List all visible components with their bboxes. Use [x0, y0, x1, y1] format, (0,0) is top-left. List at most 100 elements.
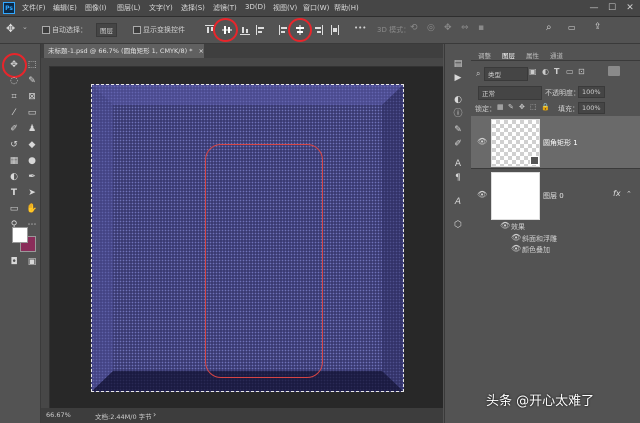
lock-transparent-icon[interactable]: ▦ [497, 103, 504, 111]
3d-rotate-icon[interactable]: ⟲ [410, 23, 418, 33]
screen-mode-icon[interactable]: ▣ [26, 256, 38, 268]
auto-select-dropdown[interactable]: 图层 [96, 23, 117, 37]
menu-file[interactable]: 文件(F) [22, 3, 46, 13]
blur-tool-icon[interactable]: ● [26, 155, 38, 167]
layer-row[interactable]: 👁 图层 0 fx ⌃ [471, 169, 640, 221]
opacity-input[interactable]: 100% [578, 86, 605, 98]
brush-presets-icon[interactable]: ✐ [452, 138, 464, 150]
foreground-color-swatch[interactable] [12, 227, 28, 243]
align-right-edges-icon[interactable] [313, 25, 323, 35]
menu-window[interactable]: 窗口(W) [303, 3, 329, 13]
minimize-button[interactable]: — [586, 2, 602, 14]
menu-filter[interactable]: 滤镜(T) [213, 3, 237, 13]
eyedropper-tool-icon[interactable]: ⁄ [8, 107, 20, 119]
dodge-tool-icon[interactable]: ◐ [8, 171, 20, 183]
effect-eye-icon[interactable]: 👁 [511, 233, 521, 242]
filter-type-icon[interactable]: T [554, 67, 559, 76]
crop-tool-icon[interactable]: ⌗ [8, 91, 20, 103]
menu-help[interactable]: 帮助(H) [334, 3, 359, 13]
distribute-icon[interactable] [330, 25, 340, 35]
pen-tool-icon[interactable]: ✒ [26, 171, 38, 183]
gradient-tool-icon[interactable]: ▦ [8, 155, 20, 167]
layer-name[interactable]: 圆角矩形 1 [543, 138, 578, 148]
more-options[interactable]: ••• [354, 24, 366, 32]
chevron-down-icon[interactable]: ⌄ [22, 23, 28, 31]
lock-all-icon[interactable]: 🔒 [541, 103, 550, 111]
hand-tool-icon[interactable]: ✋ [26, 203, 38, 215]
effect-bevel-emboss[interactable]: 斜面和浮雕 [522, 234, 557, 244]
filter-adjust-icon[interactable]: ◐ [542, 67, 549, 76]
menu-layer[interactable]: 图层(L) [117, 3, 140, 13]
effect-eye-icon[interactable]: 👁 [511, 244, 521, 253]
share-icon[interactable]: ⇪ [594, 22, 602, 32]
ruler-tool-icon[interactable]: ▭ [26, 107, 38, 119]
effect-color-overlay[interactable]: 颜色叠加 [522, 245, 550, 255]
path-select-tool-icon[interactable]: ➤ [26, 187, 38, 199]
move-tool-icon[interactable]: ✥ [8, 59, 20, 71]
artboard-tool-icon[interactable]: ⬚ [26, 59, 38, 71]
fill-input[interactable]: 100% [578, 102, 605, 114]
paragraph-icon[interactable]: ¶ [452, 172, 464, 184]
menu-view[interactable]: 视图(V) [273, 3, 297, 13]
layer-row[interactable]: 👁 圆角矩形 1 [471, 116, 640, 168]
maximize-button[interactable]: ☐ [604, 2, 620, 14]
menu-3d[interactable]: 3D(D) [245, 3, 266, 11]
brush-tool-icon[interactable]: ✐ [8, 123, 20, 135]
play-action-icon[interactable]: ▶ [452, 72, 464, 84]
adjustment-icon[interactable]: ◐ [452, 94, 464, 106]
type-tool-icon[interactable]: T [8, 187, 20, 199]
info-icon[interactable]: ⓘ [452, 108, 464, 120]
align-bottom-icon[interactable] [240, 25, 250, 35]
chevron-down-icon[interactable]: ⌃ [626, 190, 632, 198]
status-arrow-icon[interactable]: › [153, 410, 156, 419]
stamp-tool-icon[interactable]: ♟ [26, 123, 38, 135]
auto-select-checkbox[interactable] [42, 26, 50, 34]
frame-tool-icon[interactable]: ⊠ [26, 91, 38, 103]
move-tool-preset-icon[interactable]: ✥ [6, 22, 15, 35]
tab-adjustments[interactable]: 调整 [478, 50, 491, 60]
fx-badge[interactable]: fx [613, 189, 621, 198]
search-icon[interactable]: ⌕ [546, 22, 552, 33]
eraser-tool-icon[interactable]: ◆ [26, 139, 38, 151]
tab-properties[interactable]: 属性 [526, 50, 539, 60]
lasso-tool-icon[interactable]: ◌ [8, 75, 20, 87]
history-icon[interactable]: ▤ [452, 58, 464, 70]
history-brush-icon[interactable]: ↺ [8, 139, 20, 151]
align-left-icon[interactable] [256, 25, 266, 35]
filter-toggle[interactable] [608, 66, 620, 76]
tab-close-icon[interactable]: × [199, 47, 204, 55]
3d-slide-icon[interactable]: ⇔ [461, 23, 469, 33]
filter-pixel-icon[interactable]: ▣ [529, 67, 537, 76]
3d-roll-icon[interactable]: ◎ [427, 23, 435, 33]
zoom-level[interactable]: 66.67% [46, 411, 71, 419]
menu-image[interactable]: 图像(I) [85, 3, 107, 13]
3d-scale-icon[interactable]: ▪ [478, 23, 484, 33]
workspace-icon[interactable]: ▭ [568, 23, 576, 32]
shape-tool-icon[interactable]: ▭ [8, 203, 20, 215]
visibility-eye-icon[interactable]: 👁 [477, 137, 487, 146]
lock-brush-icon[interactable]: ✎ [508, 103, 514, 111]
blend-mode-dropdown[interactable]: 正常 [478, 86, 542, 100]
layer-name[interactable]: 图层 0 [543, 191, 564, 201]
quick-select-tool-icon[interactable]: ✎ [26, 75, 38, 87]
tab-channels[interactable]: 通道 [550, 50, 563, 60]
lock-move-icon[interactable]: ✥ [519, 103, 525, 111]
filter-shape-icon[interactable]: ▭ [566, 67, 574, 76]
quick-mask-icon[interactable]: ◘ [8, 256, 20, 268]
visibility-eye-icon[interactable]: 👁 [477, 190, 487, 199]
layer-filter-dropdown[interactable]: 类型 [484, 67, 528, 81]
glyphs-icon[interactable]: A [452, 196, 464, 208]
menu-type[interactable]: 文字(Y) [149, 3, 173, 13]
menu-select[interactable]: 选择(S) [181, 3, 205, 13]
tab-layers[interactable]: 图层 [502, 50, 515, 60]
filter-smart-icon[interactable]: ⊡ [578, 67, 585, 76]
show-transform-checkbox[interactable] [133, 26, 141, 34]
character-icon[interactable]: A [452, 158, 464, 170]
brush-settings-icon[interactable]: ✎ [452, 124, 464, 136]
menu-edit[interactable]: 编辑(E) [53, 3, 77, 13]
document-tab[interactable]: 未标题-1.psd @ 66.7% (圆角矩形 1, CMYK/8) * × [44, 44, 204, 58]
effects-eye-icon[interactable]: 👁 [500, 221, 510, 230]
close-button[interactable]: ✕ [622, 2, 638, 14]
rounded-rectangle-shape[interactable] [205, 144, 323, 378]
3d-cube-icon[interactable]: ⬡ [452, 219, 464, 231]
